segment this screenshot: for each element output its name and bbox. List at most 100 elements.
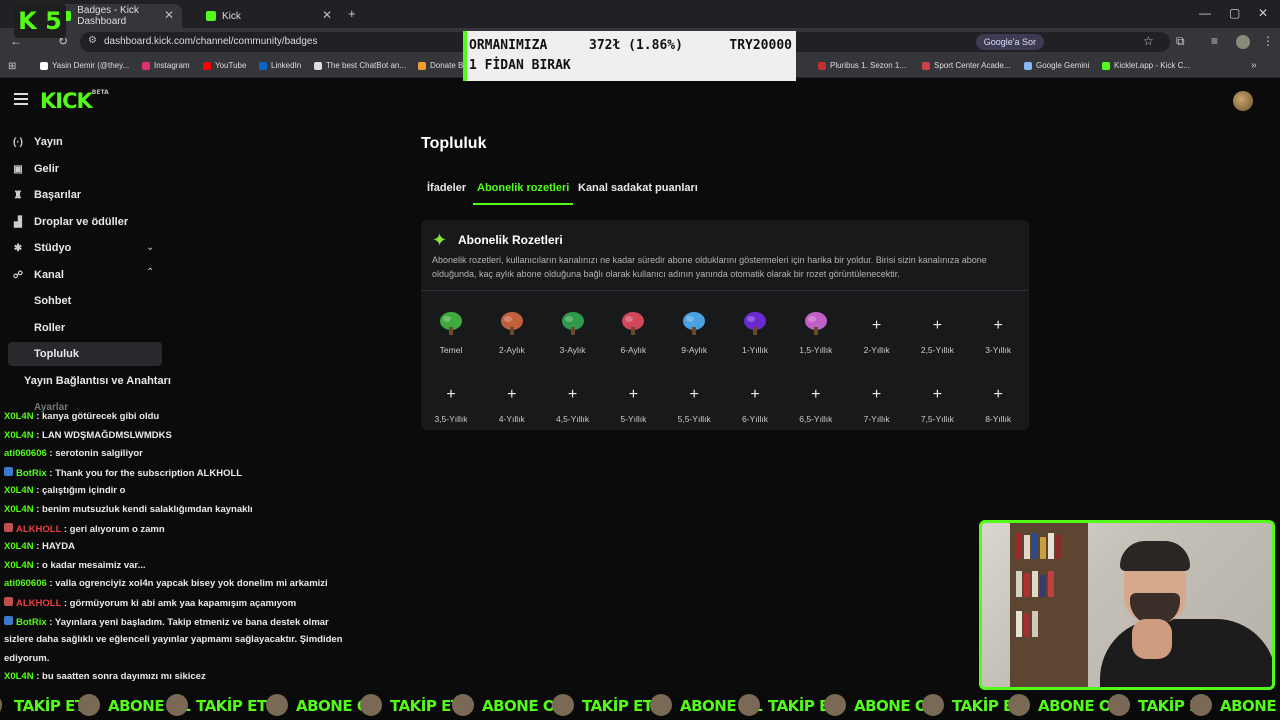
chat-username[interactable]: ati060606 — [4, 578, 47, 589]
chat-text: : çalıştığım içindir o — [33, 485, 126, 497]
chat-username[interactable]: X0L4N — [4, 541, 34, 552]
apps-grid-icon[interactable]: ⊞ — [8, 61, 16, 72]
add-badge-button[interactable]: +5-Yıllık — [608, 378, 658, 434]
chat-text: : benim mutsuzluk kendi salaklığımdan ka… — [33, 504, 253, 515]
bookmark-item[interactable]: Yasin Demir (@they... — [40, 61, 129, 70]
chat-username[interactable]: X0L4N — [4, 430, 34, 441]
menu-dots-icon[interactable]: ⋮ — [1262, 34, 1274, 48]
bookmark-item[interactable]: Google Gemini — [1024, 61, 1089, 70]
sub-badge-icon — [4, 597, 13, 606]
badge-label: 2-Yıllık — [863, 345, 890, 355]
badge-label: 2-Aylık — [498, 345, 525, 355]
chat-username[interactable]: X0L4N — [4, 411, 34, 422]
sidebar-item-droplar[interactable]: ▟ Droplar ve ödüller — [12, 212, 128, 232]
add-badge-button[interactable]: +3,5-Yıllık — [426, 378, 476, 434]
chat-message: sizlere daha sağlıklı ve eğlenceli yayın… — [4, 634, 342, 645]
sidebar-active-highlight — [8, 342, 162, 366]
tab-badges[interactable]: Badges - Kick Dashboard ✕ — [52, 4, 182, 28]
ticker-animal-icon — [738, 694, 760, 716]
kick-logo[interactable]: KICKBETA — [40, 89, 109, 113]
tab-kanal-sadakat[interactable]: Kanal sadakat puanları — [578, 182, 698, 194]
sidebar-item-yayin[interactable]: (·) Yayın — [12, 132, 63, 152]
add-badge-button[interactable]: +2-Yıllık — [852, 309, 902, 365]
bookmark-item[interactable]: YouTube — [203, 61, 246, 70]
add-badge-button[interactable]: +6-Yıllık — [730, 378, 780, 434]
badge-slot[interactable]: 3-Aylık — [548, 309, 598, 365]
sidebar-item-ayarlar[interactable]: Ayarlar — [34, 402, 68, 413]
bookmark-item[interactable]: The best ChatBot an... — [314, 61, 406, 70]
close-window-icon[interactable]: ✕ — [1258, 6, 1268, 20]
chat-username[interactable]: BotRix — [16, 468, 47, 479]
profile-avatar[interactable] — [1236, 35, 1250, 49]
sidebar-item-gelir[interactable]: ▣ Gelir — [12, 159, 59, 179]
plus-icon: + — [932, 386, 943, 403]
divider — [421, 290, 1029, 291]
sidebar-item-kanal[interactable]: ☍ Kanal — [12, 265, 64, 285]
chat-username[interactable]: ati060606 — [4, 448, 47, 459]
tab-search-icon[interactable]: ≡ — [1211, 34, 1218, 48]
chevron-up-icon[interactable]: ⌃ — [146, 267, 154, 278]
chat-username[interactable]: ALKHOLL — [16, 598, 61, 609]
badge-slot[interactable]: Temel — [426, 309, 476, 365]
add-badge-button[interactable]: +8-Yıllık — [973, 378, 1023, 434]
badge-slot[interactable]: 6-Aylık — [608, 309, 658, 365]
chat-username[interactable]: X0L4N — [4, 504, 34, 515]
chat-message: X0L4N : LAN WDŞMAĞDMSLWMDKS — [4, 430, 172, 441]
chat-username[interactable]: ALKHOLL — [16, 524, 61, 535]
bookmark-item[interactable]: Sport Center Acade... — [922, 61, 1011, 70]
sidebar-item-basarilar[interactable]: ♜ Başarılar — [12, 185, 82, 205]
plus-icon: + — [932, 317, 943, 334]
extensions-icon[interactable]: ⧉ — [1176, 34, 1185, 49]
add-badge-button[interactable]: +6,5-Yıllık — [791, 378, 841, 434]
chat-message: BotRix : Thank you for the subscription … — [4, 466, 243, 479]
minimize-icon[interactable]: — — [1199, 6, 1211, 20]
ticker-animal-icon — [78, 694, 100, 716]
new-tab-icon[interactable]: + — [348, 6, 356, 21]
sidebar-item-stream-key[interactable]: Yayın Bağlantısı ve Anahtarı — [24, 375, 171, 387]
close-tab-icon[interactable]: ✕ — [322, 8, 332, 22]
add-badge-button[interactable]: +3-Yıllık — [973, 309, 1023, 365]
chat-username[interactable]: X0L4N — [4, 560, 34, 571]
google-ask-button[interactable]: Google'a Sor — [975, 34, 1044, 50]
sidebar-item-roller[interactable]: Roller — [34, 322, 65, 334]
streamer-body — [1100, 619, 1272, 687]
more-bookmarks-icon[interactable]: » — [1251, 60, 1257, 71]
bookmark-item[interactable]: Pluribus 1. Sezon 1... — [818, 61, 906, 70]
add-badge-button[interactable]: +4-Yıllık — [487, 378, 537, 434]
sport-icon — [922, 61, 930, 70]
chat-username[interactable]: X0L4N — [4, 485, 34, 496]
chat-text: : Thank you for the subscription ALKHOLL — [46, 467, 243, 479]
bookmark-star-icon[interactable]: ☆ — [1143, 34, 1154, 48]
site-info-icon[interactable]: ⚙ — [88, 35, 97, 46]
add-badge-button[interactable]: +4,5-Yıllık — [548, 378, 598, 434]
bookmark-item[interactable]: Kicklet.app - Kick C... — [1102, 61, 1190, 70]
add-badge-button[interactable]: +5,5-Yıllık — [669, 378, 719, 434]
badge-slot[interactable]: 2-Aylık — [487, 309, 537, 365]
bookmark-item[interactable]: Donate B — [418, 61, 463, 70]
sidebar-item-topluluk[interactable]: Topluluk — [34, 348, 79, 360]
sidebar-item-sohbet[interactable]: Sohbet — [34, 295, 71, 307]
menu-icon[interactable] — [14, 93, 28, 108]
tab-ifadeler[interactable]: İfadeler — [427, 182, 466, 194]
sidebar-item-studyo[interactable]: ✱ Stüdyo — [12, 238, 71, 258]
bookmark-item[interactable]: LinkedIn — [259, 61, 301, 70]
chevron-down-icon[interactable]: ⌄ — [146, 242, 154, 253]
add-badge-button[interactable]: +7,5-Yıllık — [912, 378, 962, 434]
add-badge-button[interactable]: +7-Yıllık — [852, 378, 902, 434]
ticker-animal-icon — [266, 694, 288, 716]
tab-kick[interactable]: Kick ✕ — [196, 4, 340, 28]
chat-username[interactable]: BotRix — [16, 617, 47, 628]
donate-icon — [418, 61, 426, 70]
ticker-animal-icon — [360, 694, 382, 716]
badge-slot[interactable]: 1,5-Yıllık — [791, 309, 841, 365]
add-badge-button[interactable]: +2,5-Yıllık — [912, 309, 962, 365]
maximize-icon[interactable]: ▢ — [1229, 6, 1240, 20]
bookmark-item[interactable]: Instagram — [142, 61, 190, 70]
badge-slot[interactable]: 9-Aylık — [669, 309, 719, 365]
badge-slot[interactable]: 1-Yıllık — [730, 309, 780, 365]
close-tab-icon[interactable]: ✕ — [164, 8, 174, 22]
ticker-animal-icon — [1108, 694, 1130, 716]
user-avatar[interactable] — [1233, 91, 1253, 111]
chat-username[interactable]: X0L4N — [4, 671, 34, 682]
tab-abonelik-rozetleri[interactable]: Abonelik rozetleri — [477, 182, 569, 194]
